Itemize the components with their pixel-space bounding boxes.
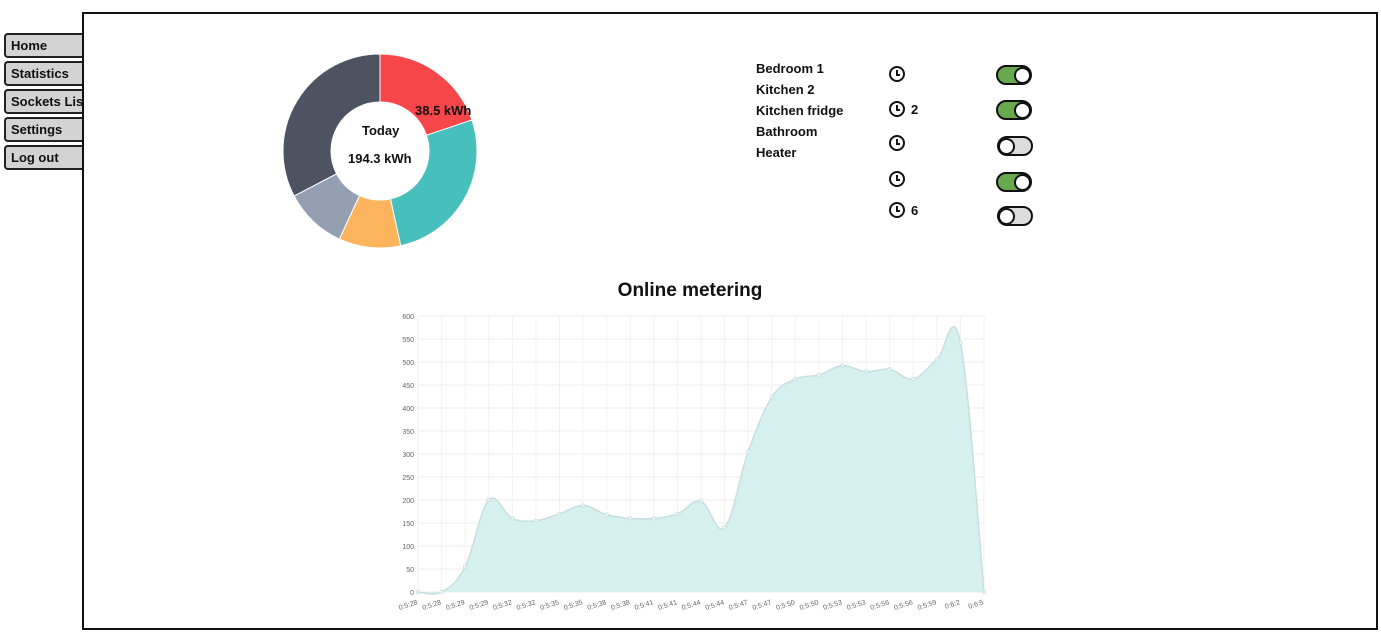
toggle-knob [998,208,1015,225]
x-tick-label: 0:6:5 [968,599,985,611]
metering-title: Online metering [617,280,763,301]
data-point [557,511,562,516]
y-tick-label: 350 [402,429,414,436]
socket-name-kitchen-2[interactable]: Kitchen 2 [756,79,843,100]
donut-center-value: 194.3 kWh [348,151,412,166]
x-tick-label: 0:5:41 [657,599,678,612]
y-tick-label: 0 [410,590,414,597]
x-tick-label: 0:5:35 [563,599,584,612]
x-tick-label: 0:6:2 [944,599,961,611]
socket-name-heater[interactable]: Heater [756,142,843,163]
y-tick-label: 550 [402,337,414,344]
data-point [840,363,845,368]
y-tick-label: 600 [402,314,414,321]
x-tick-label: 0:5:50 [775,599,796,612]
data-point [863,369,869,374]
toggle-knob [998,138,1015,155]
data-point [628,516,633,521]
y-tick-label: 500 [402,360,414,367]
y-tick-label: 200 [402,498,414,505]
x-tick-label: 0:5:29 [469,599,490,612]
energy-donut-chart: Today 194.3 kWh 38.5 kWh [282,52,478,250]
y-tick-label: 250 [402,475,414,482]
x-tick-label: 0:5:53 [822,599,843,612]
socket-name-bathroom[interactable]: Bathroom [756,121,843,142]
nav-home[interactable]: Home [4,33,84,58]
sidebar-nav: Home Statistics Sockets List Settings Lo… [4,33,84,173]
y-tick-label: 400 [402,406,414,413]
data-point [651,516,657,521]
data-point [439,589,444,595]
x-tick-label: 0:5:59 [917,599,938,612]
data-point [769,395,774,400]
data-point [462,564,468,569]
x-tick-label: 0:5:28 [422,599,443,612]
y-tick-label: 50 [406,567,414,574]
x-tick-label: 0:5:44 [681,599,702,612]
nav-settings[interactable]: Settings [4,117,84,142]
x-tick-label: 0:5:56 [893,599,914,612]
donut-slice-label: 38.5 kWh [415,103,472,118]
x-tick-label: 0:5:38 [587,599,608,612]
clock-icon[interactable] [889,171,905,187]
nav-statistics[interactable]: Statistics [4,61,84,86]
x-tick-label: 0:5:44 [705,599,726,612]
x-tick-label: 0:5:47 [728,599,749,612]
online-metering-chart: 0 50 100 150 200 250 300 350 400 450 500 550 600 0:5:… [398,314,987,612]
toggle-switch-off[interactable] [997,136,1033,156]
socket-name-kitchen-fridge[interactable]: Kitchen fridge [756,100,843,121]
data-point [486,497,491,503]
data-point [934,357,940,362]
y-tick-label: 150 [402,521,414,528]
data-point [415,589,421,595]
x-tick-label: 0:5:47 [752,599,773,612]
data-point [958,340,963,345]
clock-icon[interactable] [889,202,905,218]
donut-center-title: Today [362,123,400,138]
x-tick-label: 0:5:32 [516,599,537,612]
data-point [981,589,987,595]
data-point [722,525,727,530]
clock-icon[interactable] [889,101,905,117]
x-tick-label: 0:5:41 [634,599,655,612]
nav-log-out[interactable]: Log out [4,145,84,170]
data-point [911,376,916,382]
data-point [675,511,680,516]
x-tick-label: 0:5:38 [610,599,631,612]
data-point [816,372,822,378]
timer-text: 6 [911,203,919,218]
data-point [887,367,892,372]
x-tick-label: 0:5:35 [539,599,560,612]
clock-icon[interactable] [889,135,905,151]
toggle-switch-on[interactable] [996,65,1032,85]
socket-names-list: Bedroom 1 Kitchen 2 Kitchen fridge Bathr… [756,58,843,163]
timer-text: 2 [911,102,919,117]
data-point [604,512,609,517]
data-point [580,503,586,508]
x-tick-label: 0:5:29 [445,599,466,612]
x-tick-label: 0:5:32 [492,599,513,612]
nav-sockets-list[interactable]: Sockets List [4,89,84,114]
toggle-knob [1014,67,1031,84]
data-point [745,449,751,454]
data-point [698,499,704,504]
y-tick-label: 450 [402,383,414,390]
data-point [510,516,515,521]
socket-name-bedroom-1[interactable]: Bedroom 1 [756,58,843,79]
x-tick-label: 0:5:50 [799,599,820,612]
data-point [533,518,539,523]
toggle-switch-on[interactable] [996,100,1032,120]
x-tick-label: 0:5:28 [398,599,419,612]
x-tick-label: 0:5:53 [846,599,867,612]
toggle-switch-on[interactable] [996,172,1032,192]
data-point [793,376,798,382]
x-tick-label: 0:5:56 [870,599,891,612]
toggle-knob [1014,174,1031,191]
y-tick-label: 100 [402,544,414,551]
y-tick-label: 300 [402,452,414,459]
clock-icon[interactable] [889,66,905,82]
toggle-switch-off[interactable] [997,206,1033,226]
toggle-knob [1014,102,1031,119]
